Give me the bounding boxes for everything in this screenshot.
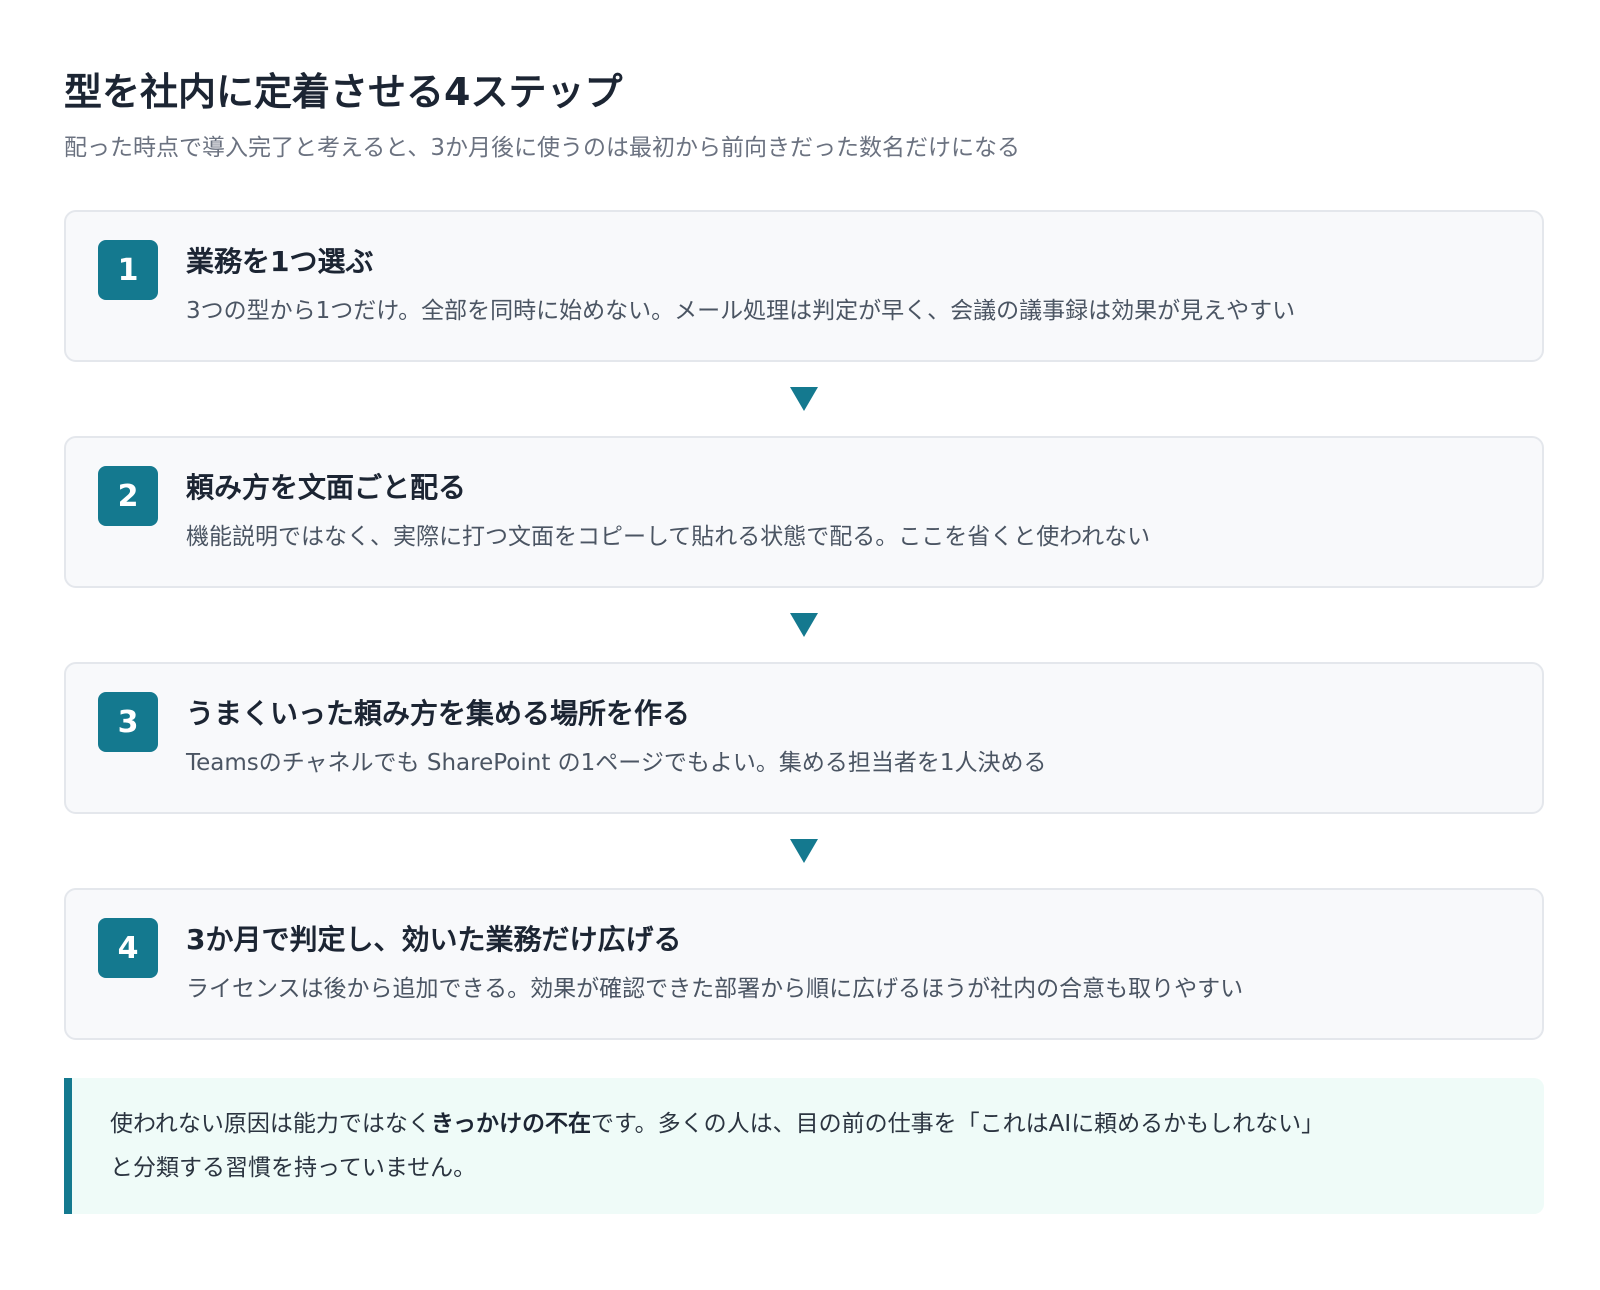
callout-note: 使われない原因は能力ではなくきっかけの不在です。多くの人は、目の前の仕事を「これ… [64, 1078, 1544, 1214]
step-number-badge: 3 [98, 692, 158, 752]
callout-line-1: 使われない原因は能力ではなくきっかけの不在です。多くの人は、目の前の仕事を「これ… [110, 1102, 1508, 1146]
page-title: 型を社内に定着させる4ステップ [64, 70, 623, 114]
callout-line-2: と分類する習慣を持っていません。 [110, 1155, 477, 1181]
step-card-1: 1 業務を1つ選ぶ 3つの型から1つだけ。全部を同時に始めない。メール処理は判定… [64, 210, 1544, 362]
step-card-2: 2 頼み方を文面ごと配る 機能説明ではなく、実際に打つ文面をコピーして貼れる状態… [64, 436, 1544, 588]
steps-list: 1 業務を1つ選ぶ 3つの型から1つだけ。全部を同時に始めない。メール処理は判定… [64, 210, 1544, 1040]
step-description: ライセンスは後から追加できる。効果が確認できた部署から順に広げるほうが社内の合意… [186, 976, 1244, 1002]
step-title: 頼み方を文面ごと配る [186, 471, 467, 504]
callout-text: です。多くの人は、目の前の仕事を「これはAIに頼めるかもしれない」 [590, 1111, 1325, 1137]
callout-text: 使われない原因は能力ではなく [110, 1111, 431, 1137]
step-title: 3か月で判定し、効いた業務だけ広げる [186, 923, 682, 956]
step-number-badge: 1 [98, 240, 158, 300]
step-number-badge: 4 [98, 918, 158, 978]
triangle-down-icon [790, 839, 818, 863]
step-card-4: 4 3か月で判定し、効いた業務だけ広げる ライセンスは後から追加できる。効果が確… [64, 888, 1544, 1040]
step-number-badge: 2 [98, 466, 158, 526]
triangle-down-icon [790, 613, 818, 637]
step-connector [64, 362, 1544, 436]
step-description: Teamsのチャネルでも SharePoint の1ページでもよい。集める担当者… [186, 750, 1047, 776]
step-description: 機能説明ではなく、実際に打つ文面をコピーして貼れる状態で配る。ここを省くと使われ… [186, 524, 1151, 550]
page-subtitle: 配った時点で導入完了と考えると、3か月後に使うのは最初から前向きだった数名だけに… [64, 135, 1021, 161]
step-connector [64, 814, 1544, 888]
page: 型を社内に定着させる4ステップ 配った時点で導入完了と考えると、3か月後に使うの… [0, 0, 1600, 1290]
step-card-3: 3 うまくいった頼み方を集める場所を作る Teamsのチャネルでも ShareP… [64, 662, 1544, 814]
callout-emphasis: きっかけの不在 [430, 1111, 591, 1137]
step-title: 業務を1つ選ぶ [186, 245, 374, 278]
step-description: 3つの型から1つだけ。全部を同時に始めない。メール処理は判定が早く、会議の議事録… [186, 298, 1296, 324]
step-title: うまくいった頼み方を集める場所を作る [186, 697, 691, 730]
step-connector [64, 588, 1544, 662]
triangle-down-icon [790, 387, 818, 411]
